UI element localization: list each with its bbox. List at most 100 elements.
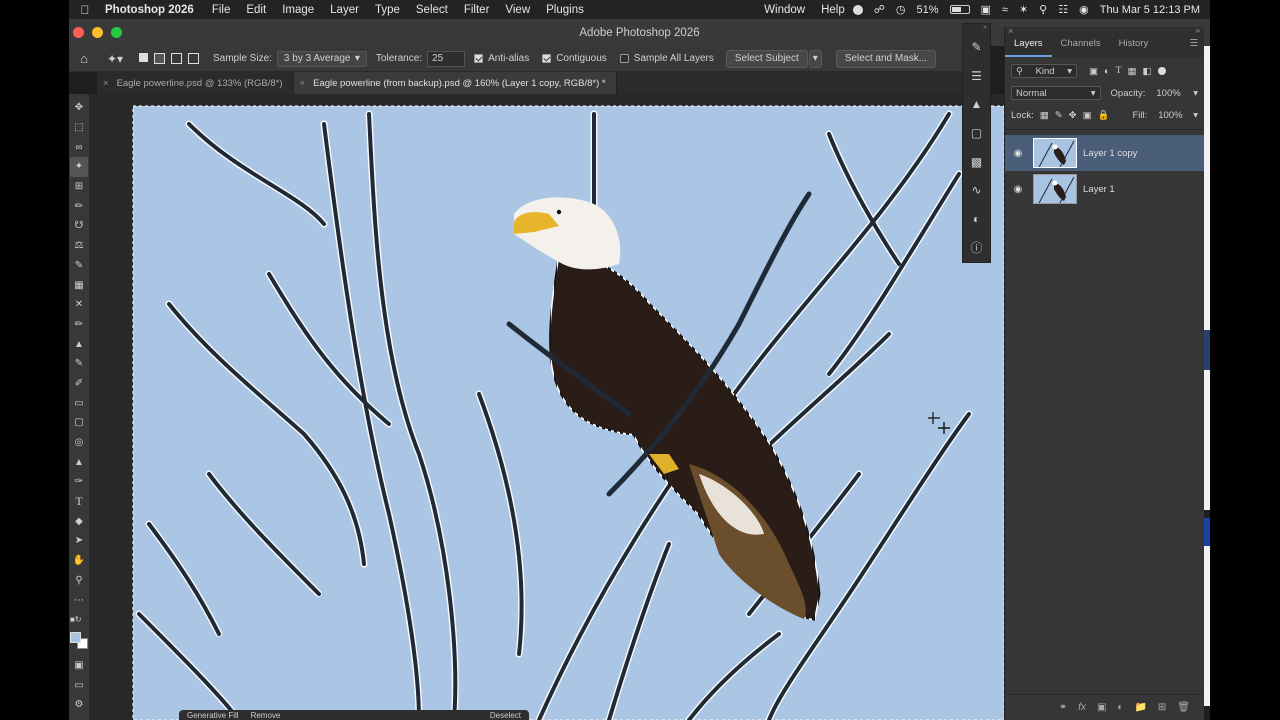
share-icon[interactable]: ⚙ xyxy=(70,695,88,715)
gradient-tool-icon[interactable]: ▢ xyxy=(70,413,88,433)
more-tools-icon[interactable]: ⋯ xyxy=(70,590,88,610)
menu-plugins[interactable]: Plugins xyxy=(538,4,592,16)
gradient-panel-icon[interactable]: ▢ xyxy=(966,119,988,148)
marquee-tool-icon[interactable]: ⬚ xyxy=(70,118,88,138)
lock-artboard-icon[interactable]: ▣ xyxy=(1083,110,1092,121)
sample-size-select[interactable]: 3 by 3 Average ▾ xyxy=(276,50,367,67)
healing-brush-tool-icon[interactable]: ⚖ xyxy=(70,236,88,256)
shortcuts-icon[interactable]: ☍ xyxy=(874,3,885,16)
foreground-color-swatch[interactable] xyxy=(70,631,81,643)
wifi-icon[interactable]: ≈ xyxy=(1002,4,1008,16)
adjustment-layer-icon[interactable]: ◐ xyxy=(1117,702,1123,713)
remove-button[interactable]: Remove xyxy=(251,711,281,720)
path-selection-tool-icon[interactable]: ◆ xyxy=(70,511,88,531)
menu-clock[interactable]: Thu Mar 5 12:13 PM xyxy=(1100,4,1200,16)
type-tool-icon[interactable]: T xyxy=(70,492,88,512)
panel-menu-icon[interactable]: ☰ xyxy=(1183,38,1204,57)
subtract-selection-icon[interactable] xyxy=(171,53,182,64)
new-layer-icon[interactable]: ⊞ xyxy=(1158,702,1166,713)
search-icon[interactable]: ⚲ xyxy=(1039,3,1047,16)
tab-channels[interactable]: Channels xyxy=(1052,38,1110,57)
clone-stamp-tool-icon[interactable]: ▲ xyxy=(70,334,88,354)
history-brush-tool-icon[interactable]: ✎ xyxy=(70,354,88,374)
intersect-selection-icon[interactable] xyxy=(188,53,199,64)
lock-transparent-icon[interactable]: ▦ xyxy=(1040,110,1049,121)
menu-help[interactable]: Help xyxy=(813,4,853,16)
add-mask-icon[interactable]: ▣ xyxy=(1097,702,1106,713)
home-icon[interactable]: ⌂ xyxy=(69,51,99,66)
eyedropper-tool-icon[interactable]: ✏ xyxy=(70,196,88,216)
layer-row-layer-1[interactable]: ◉ Layer 1 xyxy=(1005,171,1204,207)
battery-icon[interactable] xyxy=(949,5,970,14)
tab-layers[interactable]: Layers xyxy=(1005,38,1052,57)
tolerance-input[interactable]: 25 xyxy=(427,50,466,67)
delete-layer-icon[interactable]: 🗑 xyxy=(1177,702,1190,713)
info-icon[interactable]: ⓘ xyxy=(966,233,988,262)
close-tab-icon[interactable]: × xyxy=(300,78,306,89)
filter-kind-select[interactable]: ⚲ Kind ▾ xyxy=(1011,64,1077,78)
menu-image[interactable]: Image xyxy=(274,4,322,16)
menu-type[interactable]: Type xyxy=(367,4,408,16)
brush-settings-icon[interactable]: ✎ xyxy=(966,33,988,62)
chevron-down-icon[interactable]: ▾ xyxy=(1193,110,1198,121)
patch-tool-icon[interactable]: ✎ xyxy=(70,256,88,276)
quick-mask-icon[interactable]: ▣ xyxy=(70,656,88,676)
hand-tool-icon[interactable]: ✋ xyxy=(70,551,88,571)
stamp-settings-icon[interactable]: ▲ xyxy=(966,90,988,119)
sample-all-layers-checkbox[interactable] xyxy=(619,54,629,63)
fill-input[interactable]: 100% xyxy=(1153,108,1188,122)
record-icon[interactable] xyxy=(852,4,863,15)
screen-mode-icon[interactable]: ▭ xyxy=(70,675,88,695)
curves-icon[interactable]: ∿ xyxy=(966,176,988,205)
menu-file[interactable]: File xyxy=(204,4,239,16)
control-center-icon[interactable]: ☷ xyxy=(1058,3,1068,16)
close-tab-icon[interactable]: × xyxy=(103,78,109,89)
layer-style-icon[interactable]: fx xyxy=(1078,702,1086,713)
layer-row-layer-1-copy[interactable]: ◉ Layer 1 copy xyxy=(1005,135,1204,171)
apple-icon[interactable]:  xyxy=(69,3,101,17)
link-layers-icon[interactable]: ⚭ xyxy=(1059,702,1067,713)
magic-wand-tool-icon[interactable]: ✦ xyxy=(70,157,88,177)
filter-toggle-icon[interactable] xyxy=(1157,67,1166,75)
color-swatches[interactable] xyxy=(69,630,89,656)
brush-tool-icon[interactable]: ✏ xyxy=(70,315,88,335)
pen-tool-icon[interactable]: ✑ xyxy=(70,472,88,492)
zoom-window-icon[interactable] xyxy=(111,27,122,38)
anti-alias-checkbox[interactable] xyxy=(474,54,484,63)
generative-fill-button[interactable]: Generative Fill xyxy=(187,711,239,720)
eraser-tool-icon[interactable]: ▭ xyxy=(70,393,88,413)
zoom-tool-icon[interactable]: ⚲ xyxy=(70,571,88,591)
adjustments-icon[interactable]: ☰ xyxy=(966,61,988,90)
blend-mode-select[interactable]: Normal ▾ xyxy=(1011,86,1101,100)
magic-wand-preset-icon[interactable]: ✦▾ xyxy=(99,52,131,66)
filter-adjustment-icon[interactable]: ◐ xyxy=(1104,66,1110,77)
move-tool-icon[interactable]: ✥ xyxy=(70,98,88,118)
select-and-mask-button[interactable]: Select and Mask... xyxy=(835,49,937,68)
time-machine-icon[interactable]: ◷ xyxy=(896,3,906,16)
lasso-tool-icon[interactable]: ∞ xyxy=(70,137,88,157)
menu-layer[interactable]: Layer xyxy=(322,4,367,16)
menu-window[interactable]: Window xyxy=(756,4,813,16)
minimize-window-icon[interactable] xyxy=(92,27,103,38)
filter-shape-icon[interactable]: ▦ xyxy=(1128,66,1137,77)
select-subject-dropdown[interactable]: ▾ xyxy=(808,49,822,68)
siri-icon[interactable]: ◉ xyxy=(1079,3,1089,16)
menu-select[interactable]: Select xyxy=(408,4,456,16)
content-aware-tool-icon[interactable]: ▦ xyxy=(70,275,88,295)
display-icon[interactable]: ▣ xyxy=(981,3,991,16)
new-selection-icon[interactable] xyxy=(139,53,148,62)
spot-healing-tool-icon[interactable]: ☋ xyxy=(70,216,88,236)
art-history-tool-icon[interactable]: ✐ xyxy=(70,374,88,394)
document-canvas[interactable]: Generative Fill Remove Deselect xyxy=(89,94,1004,720)
filter-pixel-icon[interactable]: ▣ xyxy=(1089,66,1098,77)
blur-tool-icon[interactable]: ◎ xyxy=(70,433,88,453)
lock-image-icon[interactable]: ✎ xyxy=(1055,110,1063,121)
doc-tab-eagle-backup[interactable]: × Eagle powerline (from backup).psd @ 160… xyxy=(293,72,617,94)
filter-type-icon[interactable]: T xyxy=(1116,66,1122,76)
crop-tool-icon[interactable]: ⊞ xyxy=(70,177,88,197)
contrast-icon[interactable]: ◐ xyxy=(966,205,988,234)
add-selection-icon[interactable] xyxy=(154,53,165,64)
doc-tab-eagle-powerline[interactable]: × Eagle powerline.psd @ 133% (RGB/8*) xyxy=(97,72,294,94)
filter-smart-object-icon[interactable]: ◧ xyxy=(1143,66,1152,77)
bluetooth-icon[interactable]: ✶ xyxy=(1019,3,1028,16)
